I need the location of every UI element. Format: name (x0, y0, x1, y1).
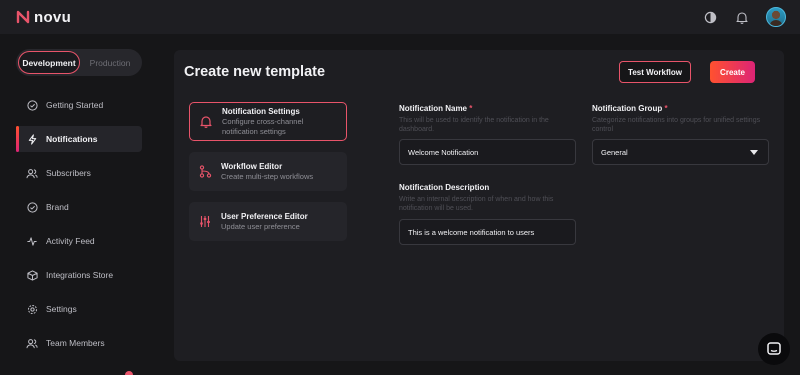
field-label: Notification Name * (399, 104, 473, 113)
sidebar-item-brand[interactable]: Brand (16, 194, 142, 220)
step-title: User Preference Editor (221, 211, 308, 221)
bell-icon[interactable] (734, 9, 750, 25)
notification-dot (125, 371, 133, 375)
field-label: Notification Description (399, 183, 490, 192)
step-notification-settings[interactable]: Notification Settings Configure cross-ch… (189, 102, 347, 141)
notification-name-input[interactable]: Welcome Notification (399, 139, 576, 165)
workflow-icon (197, 164, 213, 180)
activity-icon (26, 235, 38, 247)
template-steps: Notification Settings Configure cross-ch… (189, 102, 347, 252)
main-panel: Create new template Test Workflow Create… (174, 50, 784, 361)
check-badge-icon (26, 201, 38, 213)
env-production[interactable]: Production (80, 51, 140, 74)
chat-icon[interactable] (758, 333, 790, 365)
step-desc: Configure cross-channel notification set… (222, 117, 304, 136)
sidebar-item-team-members[interactable]: Team Members (16, 330, 142, 356)
sidebar-item-activity-feed[interactable]: Activity Feed (16, 228, 142, 254)
notification-name-field: Notification Name * This will be used to… (399, 104, 579, 134)
notification-group-select[interactable]: General (592, 139, 769, 165)
field-label: Notification Group * (592, 104, 668, 113)
notification-description-field: Notification Description Write an intern… (399, 183, 579, 213)
bolt-icon (26, 133, 38, 145)
sidebar-item-label: Notifications (46, 134, 98, 144)
environment-switch[interactable]: Development Production (16, 49, 142, 76)
sidebar-item-label: Settings (46, 304, 77, 314)
notification-group-field: Notification Group * Categorize notifica… (592, 104, 772, 134)
theme-toggle-icon[interactable] (702, 9, 718, 25)
env-development[interactable]: Development (18, 51, 80, 74)
select-value: General (601, 147, 628, 157)
create-button[interactable]: Create (710, 61, 755, 83)
sidebar-item-integrations-store[interactable]: Integrations Store (16, 262, 142, 288)
page-title: Create new template (184, 64, 326, 80)
gear-icon (26, 303, 38, 315)
sidebar-item-subscribers[interactable]: Subscribers (16, 160, 142, 186)
cube-icon (26, 269, 38, 281)
sidebar-item-settings[interactable]: Settings (16, 296, 142, 322)
sidebar-item-notifications[interactable]: Notifications (16, 126, 142, 152)
sidebar-item-label: Integrations Store (46, 270, 114, 280)
logo[interactable]: novu (16, 9, 71, 26)
step-title: Workflow Editor (221, 161, 283, 171)
sidebar-item-label: Getting Started (46, 100, 104, 110)
field-desc: Categorize notifications into groups for… (592, 117, 761, 134)
sidebar-nav: Getting Started Notifications Subscriber… (16, 92, 142, 364)
bell-icon (198, 114, 214, 130)
novu-logo-icon (16, 10, 30, 24)
step-desc: Create multi-step workflows (221, 171, 314, 181)
users-icon (26, 167, 38, 179)
notification-description-input[interactable]: This is a welcome notification to users (399, 219, 576, 245)
sidebar-item-label: Brand (46, 202, 69, 212)
sidebar-item-label: Subscribers (46, 168, 91, 178)
field-desc: This will be used to identify the notifi… (399, 117, 549, 134)
field-desc: Write an internal description of when an… (399, 196, 554, 213)
check-circle-icon (26, 99, 38, 111)
step-workflow-editor[interactable]: Workflow Editor Create multi-step workfl… (189, 152, 347, 191)
test-workflow-button[interactable]: Test Workflow (619, 61, 691, 83)
step-desc: Update user preference (221, 221, 300, 231)
top-bar: novu (0, 0, 800, 34)
sidebar-item-label: Team Members (46, 338, 105, 348)
chevron-down-icon (750, 150, 758, 155)
step-title: Notification Settings (222, 107, 300, 117)
sidebar-item-label: Activity Feed (46, 236, 95, 246)
avatar[interactable] (766, 7, 786, 27)
sidebar-item-getting-started[interactable]: Getting Started (16, 92, 142, 118)
sidebar: Development Production Getting Started N… (0, 34, 160, 375)
app-name: novu (34, 8, 72, 26)
step-user-preference-editor[interactable]: User Preference Editor Update user prefe… (189, 202, 347, 241)
team-icon (26, 337, 38, 349)
sliders-icon (197, 214, 213, 230)
